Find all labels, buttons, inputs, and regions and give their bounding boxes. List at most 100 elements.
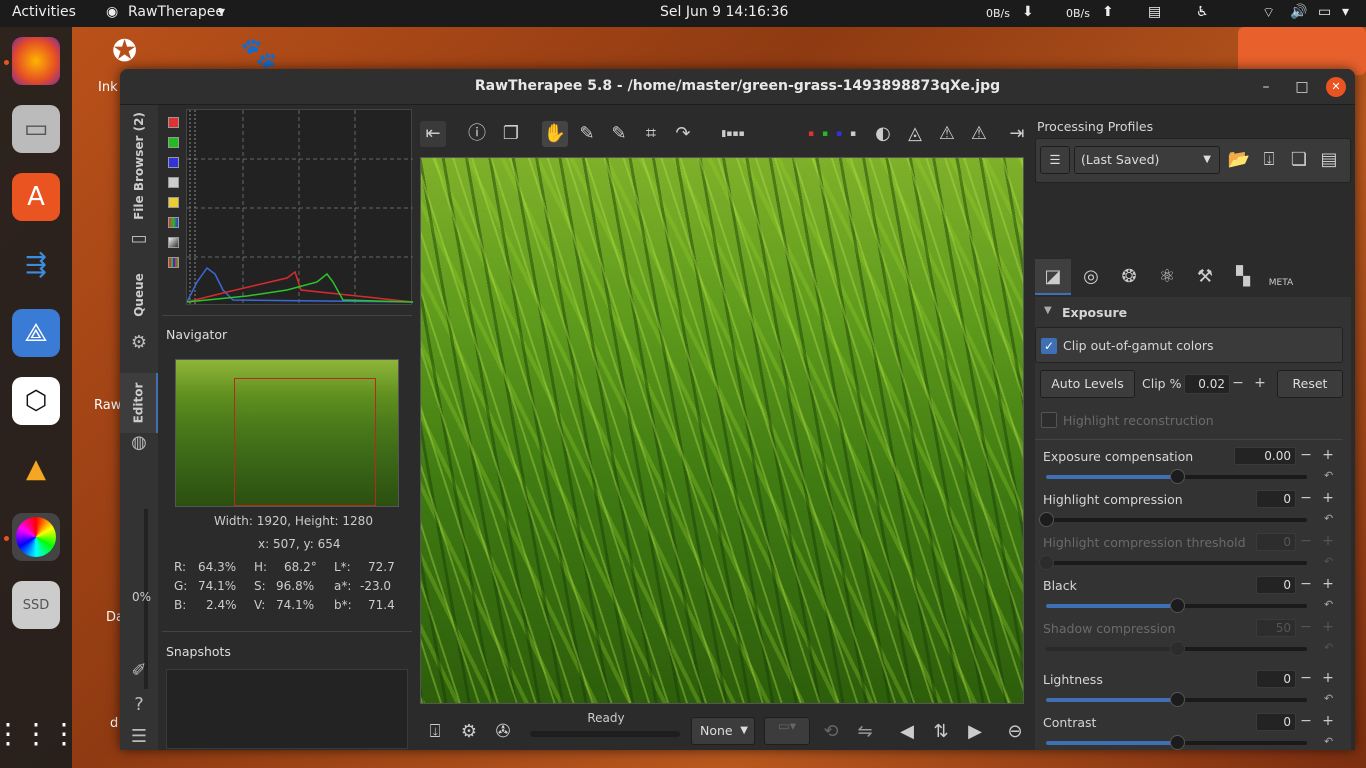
hide-left-panel-icon[interactable]: ⇤ <box>420 121 446 147</box>
adjuster-reset-icon[interactable]: ↶ <box>1324 512 1333 525</box>
next-image-icon[interactable]: ▶ <box>962 719 988 745</box>
histogram-mode-toggle[interactable] <box>168 257 179 268</box>
adjuster-slider-knob[interactable] <box>1169 469 1185 484</box>
adjuster-plus-button[interactable]: + <box>1320 619 1336 635</box>
sync-icon[interactable]: ⇅ <box>928 719 954 745</box>
adjuster-plus-button[interactable]: + <box>1320 576 1336 592</box>
histogram-raw-toggle[interactable] <box>168 217 179 228</box>
adjuster-slider-knob[interactable] <box>1169 641 1185 656</box>
app-icon[interactable]: ⇶ <box>12 241 60 289</box>
shadow-clip-icon[interactable]: ◬ <box>902 121 928 147</box>
adjuster-slider-knob[interactable] <box>1169 735 1185 750</box>
software-icon[interactable]: A <box>12 173 60 221</box>
title-bar[interactable]: RawTherapee 5.8 - /home/master/green-gra… <box>120 69 1355 105</box>
preview-mode-icon[interactable]: ▮▪▪▪ <box>720 121 746 147</box>
activities-button[interactable]: Activities <box>12 4 76 20</box>
adjuster-reset-icon[interactable]: ↶ <box>1324 555 1333 568</box>
zoom-out-icon[interactable]: ⊖ <box>1002 719 1028 745</box>
profile-dropdown[interactable]: (Last Saved) ▼ <box>1074 146 1220 174</box>
reset-button[interactable]: Reset <box>1277 370 1343 398</box>
adjuster-value-input[interactable]: 0 <box>1256 670 1296 688</box>
adjuster-minus-button[interactable]: − <box>1298 576 1314 592</box>
navigator-viewport-rect[interactable] <box>234 378 376 506</box>
adjuster-minus-button[interactable]: − <box>1298 533 1314 549</box>
inkscape-icon[interactable]: ▲ <box>12 445 60 493</box>
channel-luma-icon[interactable]: ▪ <box>840 121 866 147</box>
adjuster-plus-button[interactable]: + <box>1320 490 1336 506</box>
flip-icon[interactable]: ⇋ <box>852 719 878 745</box>
sliders-icon[interactable]: ☰ <box>127 725 151 749</box>
adjuster-minus-button[interactable]: − <box>1298 447 1314 463</box>
adjuster-reset-icon[interactable]: ↶ <box>1324 469 1333 482</box>
color-picker-icon[interactable]: ✎ <box>606 121 632 147</box>
snapshots-list[interactable] <box>166 669 408 749</box>
wifi-icon[interactable]: ⌔ <box>1262 4 1275 22</box>
crop-icon[interactable]: ⌗ <box>638 121 664 147</box>
adjuster-slider-knob[interactable] <box>1039 555 1054 570</box>
adjuster-slider[interactable] <box>1046 692 1307 707</box>
adjuster-slider[interactable] <box>1046 641 1307 656</box>
adjuster-value-input[interactable]: 0 <box>1256 713 1296 731</box>
queue-gear-icon[interactable]: ⚙ <box>456 719 482 745</box>
color-icon[interactable] <box>12 513 60 561</box>
straighten-icon[interactable]: ↷ <box>670 121 696 147</box>
app-menu-icon[interactable]: ◉ <box>106 4 118 20</box>
adjuster-reset-icon[interactable]: ↶ <box>1324 735 1333 748</box>
geany-icon[interactable]: ⟁ <box>12 309 60 357</box>
open-external-icon[interactable]: ✇ <box>490 719 516 745</box>
tab-advanced[interactable]: ⚛ <box>1149 259 1185 295</box>
tab-transform[interactable]: ⚒ <box>1187 259 1223 295</box>
clock[interactable]: Sel Jun 9 14:16:36 <box>660 4 788 20</box>
copy-profile-icon[interactable]: ❏ <box>1286 147 1312 173</box>
paste-profile-icon[interactable]: ▤ <box>1316 147 1342 173</box>
tab-file-browser[interactable]: File Browser (2) <box>120 111 158 221</box>
adjuster-slider[interactable] <box>1039 555 1307 570</box>
app-menu-button[interactable]: RawTherapee <box>128 4 224 20</box>
inkscape-desktop-icon[interactable]: ✪ <box>112 34 137 69</box>
adjuster-slider[interactable] <box>1046 598 1307 613</box>
image-preview[interactable] <box>420 157 1024 704</box>
tab-editor[interactable]: Editor <box>120 373 158 433</box>
help-icon[interactable]: ? <box>127 693 151 717</box>
adjuster-slider[interactable] <box>1046 469 1307 484</box>
home-desktop-icon[interactable] <box>1238 27 1366 75</box>
info-icon[interactable]: ⓘ <box>464 121 490 147</box>
adjuster-value-input[interactable]: 50 <box>1256 619 1296 637</box>
minimize-button[interactable]: – <box>1256 77 1276 97</box>
histogram-blue-toggle[interactable] <box>168 157 179 168</box>
tab-color[interactable]: ❂ <box>1111 259 1147 295</box>
adjuster-plus-button[interactable]: + <box>1320 713 1336 729</box>
warning-highlight-icon[interactable]: ⚠ <box>966 121 992 147</box>
hand-tool-icon[interactable]: ✋ <box>542 121 568 147</box>
profile-list-icon[interactable]: ☰ <box>1040 146 1070 174</box>
compare-select[interactable]: ▭▾ <box>764 717 810 745</box>
adjuster-slider-knob[interactable] <box>1169 692 1185 707</box>
folder-icon[interactable]: ▭ <box>127 227 151 251</box>
gimp-desktop-icon[interactable]: 🐾 <box>240 36 277 71</box>
tab-exposure[interactable]: ◪ <box>1035 259 1071 295</box>
warning-shadow-icon[interactable]: ⚠ <box>934 121 960 147</box>
chevron-down-icon[interactable]: ▾ <box>1342 4 1349 20</box>
adjuster-reset-icon[interactable]: ↶ <box>1324 598 1333 611</box>
aperture-icon[interactable]: ◍ <box>127 431 151 455</box>
new-tool-icon[interactable]: ✐ <box>127 659 151 683</box>
hide-right-panel-icon[interactable]: ⇥ <box>1004 121 1030 147</box>
adjuster-slider-knob[interactable] <box>1169 598 1185 613</box>
exposure-title[interactable]: Exposure <box>1062 305 1127 320</box>
gear-icon[interactable]: ⚙ <box>127 331 151 355</box>
save-image-icon[interactable]: ⍗ <box>422 719 448 745</box>
histogram-green-toggle[interactable] <box>168 137 179 148</box>
adjuster-plus-button[interactable]: + <box>1320 670 1336 686</box>
save-profile-icon[interactable]: ⍗ <box>1256 147 1282 173</box>
before-after-icon[interactable]: ❐ <box>498 121 524 147</box>
histogram-red-toggle[interactable] <box>168 117 179 128</box>
adjuster-value-input[interactable]: 0 <box>1256 533 1296 551</box>
profile-select[interactable]: None ▼ <box>691 717 755 745</box>
tab-raw[interactable]: ▚ <box>1225 259 1261 295</box>
white-balance-picker-icon[interactable]: ✎ <box>574 121 600 147</box>
adjuster-plus-button[interactable]: + <box>1320 447 1336 463</box>
auto-levels-button[interactable]: Auto Levels <box>1040 370 1135 398</box>
adjuster-slider-knob[interactable] <box>1039 512 1054 527</box>
firefox-icon[interactable] <box>12 37 60 85</box>
tab-queue[interactable]: Queue <box>120 265 158 325</box>
